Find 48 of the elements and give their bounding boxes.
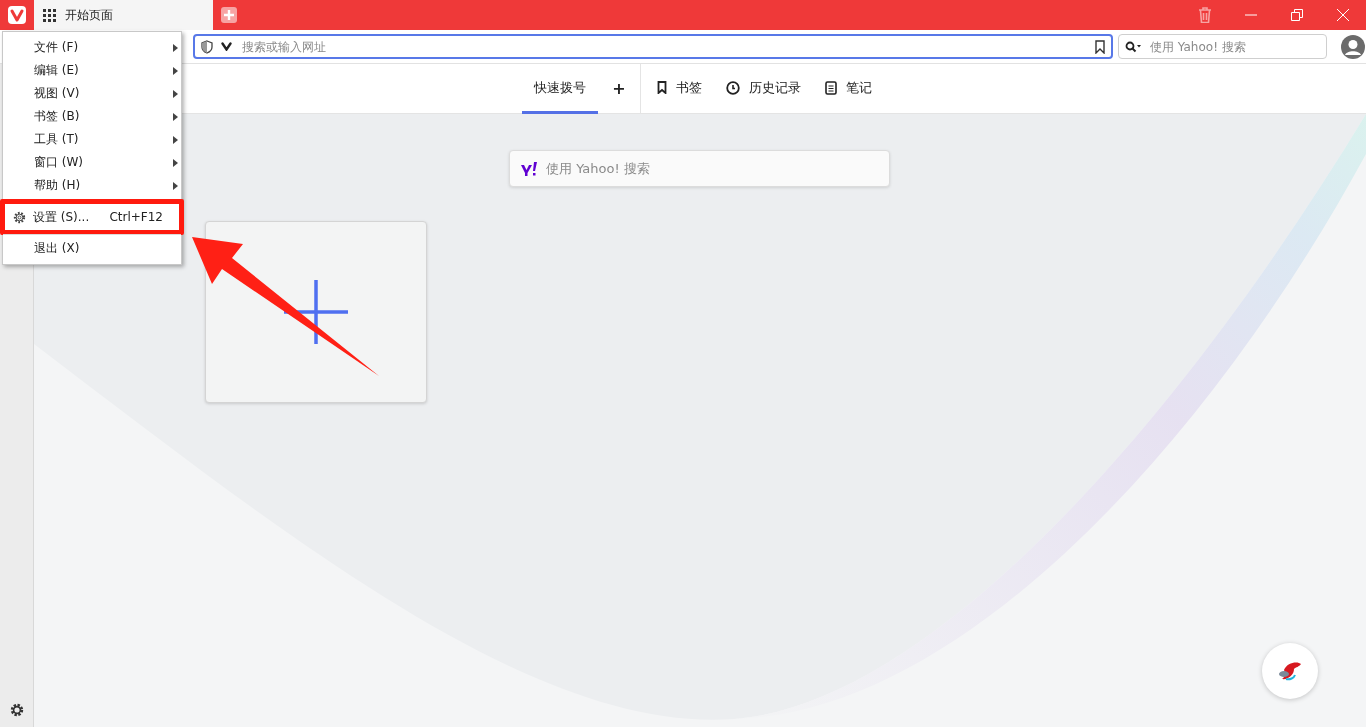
plus-icon bbox=[221, 7, 237, 23]
settings-icon bbox=[12, 210, 26, 224]
minimize-icon bbox=[1245, 14, 1257, 16]
address-input[interactable]: 搜索或输入网址 bbox=[240, 38, 1087, 55]
caret-icon bbox=[173, 112, 178, 121]
start-page-tab[interactable]: 历史记录 bbox=[713, 64, 813, 114]
menu-item[interactable]: 工具 (T) bbox=[3, 128, 181, 151]
caret-icon bbox=[173, 66, 178, 75]
bookmark-icon[interactable] bbox=[1095, 39, 1105, 54]
shield-icon bbox=[201, 39, 213, 54]
page-search-input[interactable]: 使用 Yahoo! 搜索 bbox=[544, 160, 879, 177]
menu-item[interactable]: 文件 (F) bbox=[3, 36, 181, 59]
note-icon bbox=[824, 80, 837, 95]
search-input[interactable]: 使用 Yahoo! 搜索 bbox=[1148, 38, 1320, 55]
yahoo-logo-icon bbox=[520, 160, 538, 177]
trash-icon bbox=[1198, 7, 1212, 23]
start-page-tab[interactable]: 笔记 bbox=[812, 64, 884, 114]
address-field[interactable]: 搜索或输入网址 bbox=[193, 34, 1113, 59]
bird-icon bbox=[1278, 660, 1302, 682]
menu-item[interactable]: 设置 (S)... Ctrl+F12 bbox=[5, 204, 179, 230]
menu-item[interactable]: 视图 (V) bbox=[3, 82, 181, 105]
add-speed-dial-tile[interactable] bbox=[205, 221, 427, 403]
page-search-field[interactable]: 使用 Yahoo! 搜索 bbox=[509, 150, 890, 187]
caret-icon bbox=[173, 43, 178, 52]
avatar-icon[interactable] bbox=[1341, 34, 1365, 59]
grid-icon bbox=[43, 8, 56, 22]
settings-icon[interactable] bbox=[9, 703, 24, 717]
caret-icon bbox=[173, 181, 178, 190]
caret-icon bbox=[173, 89, 178, 98]
menu-item[interactable]: 窗口 (W) bbox=[3, 151, 181, 174]
menu-item[interactable]: 退出 (X) bbox=[3, 237, 181, 260]
search-field[interactable]: 使用 Yahoo! 搜索 bbox=[1118, 34, 1327, 59]
vivaldi-logo-icon bbox=[8, 6, 26, 24]
caret-icon bbox=[173, 158, 178, 167]
start-page-tab[interactable]: 书签 bbox=[644, 64, 714, 114]
restore-icon bbox=[1291, 9, 1303, 21]
close-icon bbox=[1337, 9, 1349, 21]
add-button[interactable]: + bbox=[598, 64, 640, 113]
plus-icon bbox=[284, 280, 348, 344]
clock-icon bbox=[725, 80, 740, 95]
caret-icon bbox=[173, 135, 178, 144]
browser-tab[interactable]: 开始页面 bbox=[34, 0, 213, 30]
search-icon bbox=[1125, 40, 1141, 53]
bookmark-icon bbox=[656, 81, 667, 94]
menu-item[interactable]: 帮助 (H) bbox=[3, 174, 181, 197]
menu-item[interactable]: 编辑 (E) bbox=[3, 59, 181, 82]
menu-item[interactable]: 书签 (B) bbox=[3, 105, 181, 128]
vivaldi-icon bbox=[221, 42, 232, 51]
